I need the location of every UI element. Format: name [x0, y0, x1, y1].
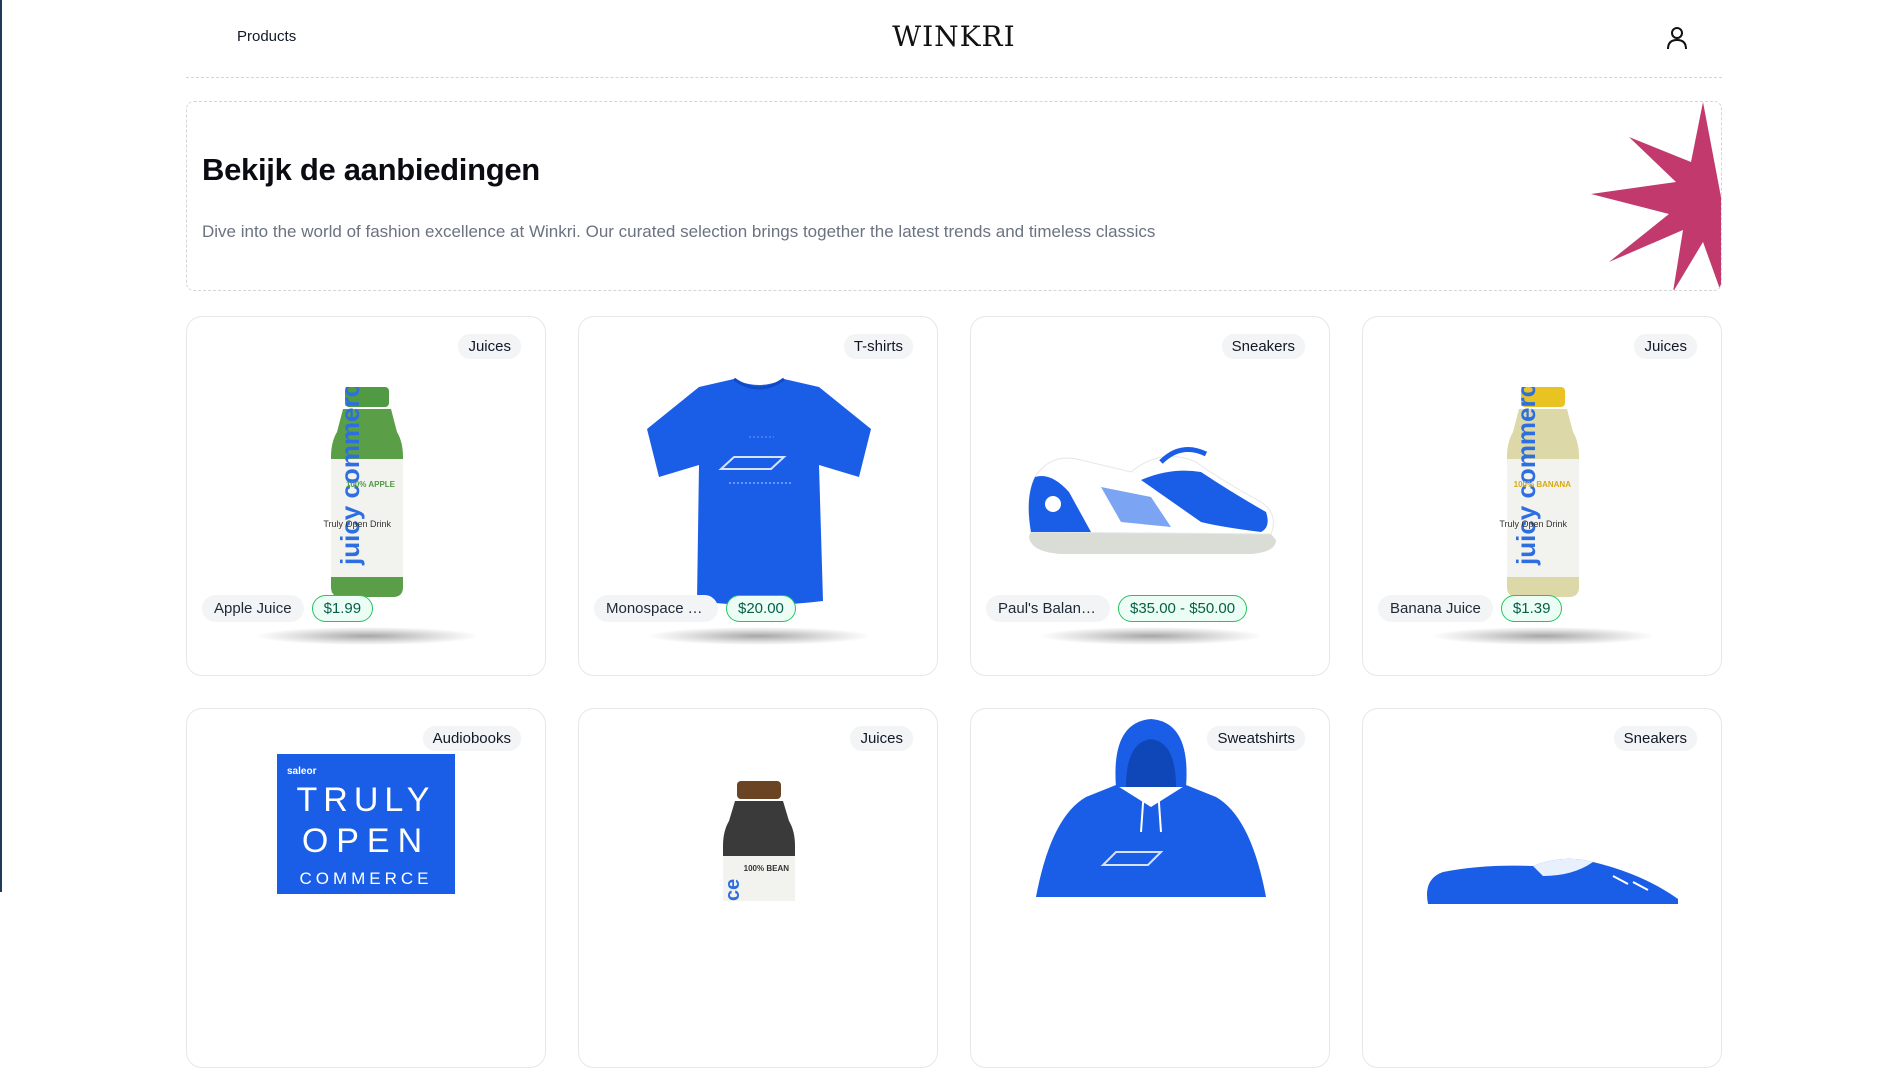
user-icon[interactable] [1666, 26, 1688, 50]
product-card[interactable]: Juices juicy commerce 100% APPLE Truly O… [186, 316, 546, 676]
product-shadow [1041, 627, 1261, 645]
hero-title: Bekijk de aanbiedingen [202, 152, 540, 187]
site-logo[interactable]: WINKRI [186, 20, 1722, 53]
product-card[interactable]: T-shirts Monospace T... $20.00 [578, 316, 938, 676]
hero-banner: Bekijk de aanbiedingen Dive into the wor… [186, 101, 1722, 291]
svg-text:ce: ce [722, 879, 744, 901]
svg-text:saleor: saleor [287, 766, 317, 777]
product-shadow [649, 627, 869, 645]
category-badge: Juices [850, 726, 913, 751]
svg-text:TRULY: TRULY [297, 781, 436, 819]
product-price: $20.00 [726, 595, 796, 622]
product-name: Monospace T... [594, 595, 718, 622]
slip-on-sneaker-image [1427, 858, 1678, 904]
sneaker-image [1028, 447, 1276, 554]
svg-text:Truly Open Drink: Truly Open Drink [1499, 519, 1567, 529]
product-card[interactable]: Sneakers [1362, 708, 1722, 1068]
apple-juice-bottle-image: juicy commerce 100% APPLE Truly Open Dri… [323, 387, 403, 597]
product-card[interactable]: Audiobooks saleor TRULY OPEN COMMERCE [186, 708, 546, 1068]
svg-text:juicy commerce: juicy commerce [1511, 387, 1541, 566]
product-card[interactable]: Sneakers Paul's Balanc... $35.00 - $50.0… [970, 316, 1330, 676]
product-shadow [257, 627, 477, 645]
hero-description: Dive into the world of fashion excellenc… [202, 222, 1156, 241]
product-info: Monospace T... $20.00 [594, 595, 796, 622]
svg-text:Truly Open Drink: Truly Open Drink [323, 519, 391, 529]
product-name: Paul's Balanc... [986, 595, 1110, 622]
svg-text:100% APPLE: 100% APPLE [346, 480, 396, 489]
product-info: Banana Juice $1.39 [1378, 595, 1563, 622]
product-card[interactable]: Juices juicy commerce 100% BANANA Truly … [1362, 316, 1722, 676]
svg-text:juicy commerce: juicy commerce [335, 387, 365, 566]
bean-juice-bottle-image: ce 100% BEAN [722, 781, 795, 901]
product-info: Paul's Balanc... $35.00 - $50.00 [986, 595, 1248, 622]
tshirt-image [647, 377, 871, 605]
banana-juice-bottle-image: juicy commerce 100% BANANA Truly Open Dr… [1499, 387, 1579, 597]
svg-text:OPEN: OPEN [302, 822, 430, 860]
star-decoration-icon [1591, 102, 1721, 290]
product-name: Banana Juice [1378, 595, 1493, 622]
product-price: $35.00 - $50.00 [1118, 595, 1248, 622]
svg-text:100% BANANA: 100% BANANA [1514, 480, 1572, 489]
product-card[interactable]: Sweatshirts [970, 708, 1330, 1068]
hoodie-image [1036, 719, 1266, 897]
product-info: Apple Juice $1.99 [202, 595, 374, 622]
category-badge: T-shirts [843, 334, 913, 359]
category-badge: Juices [458, 334, 521, 359]
product-price: $1.39 [1500, 595, 1563, 622]
site-header: Products WINKRI [186, 0, 1722, 78]
svg-text:COMMERCE: COMMERCE [299, 869, 432, 888]
audiobook-cover-image: saleor TRULY OPEN COMMERCE [277, 754, 455, 894]
category-badge: Juices [1634, 334, 1697, 359]
svg-text:100% BEAN: 100% BEAN [744, 864, 790, 873]
product-price: $1.99 [311, 595, 374, 622]
category-badge: Sneakers [1613, 726, 1697, 751]
product-card[interactable]: Juices ce 100% BEAN [578, 708, 938, 1068]
product-name: Apple Juice [202, 595, 304, 622]
product-shadow [1433, 627, 1653, 645]
category-badge: Sneakers [1221, 334, 1305, 359]
category-badge: Audiobooks [422, 726, 521, 751]
